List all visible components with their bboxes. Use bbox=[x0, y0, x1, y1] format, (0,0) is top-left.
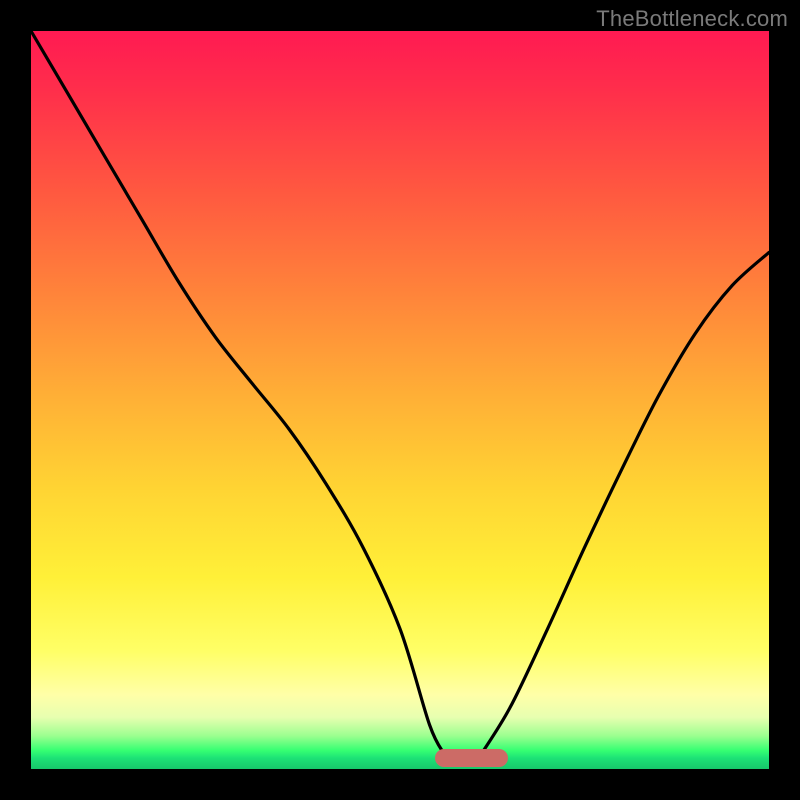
bottleneck-curve bbox=[31, 31, 769, 769]
watermark-text: TheBottleneck.com bbox=[596, 6, 788, 32]
optimal-marker bbox=[435, 749, 509, 767]
curve-left-branch bbox=[31, 31, 444, 754]
chart-frame: TheBottleneck.com bbox=[0, 0, 800, 800]
plot-area bbox=[31, 31, 769, 769]
curve-right-branch bbox=[481, 252, 769, 754]
